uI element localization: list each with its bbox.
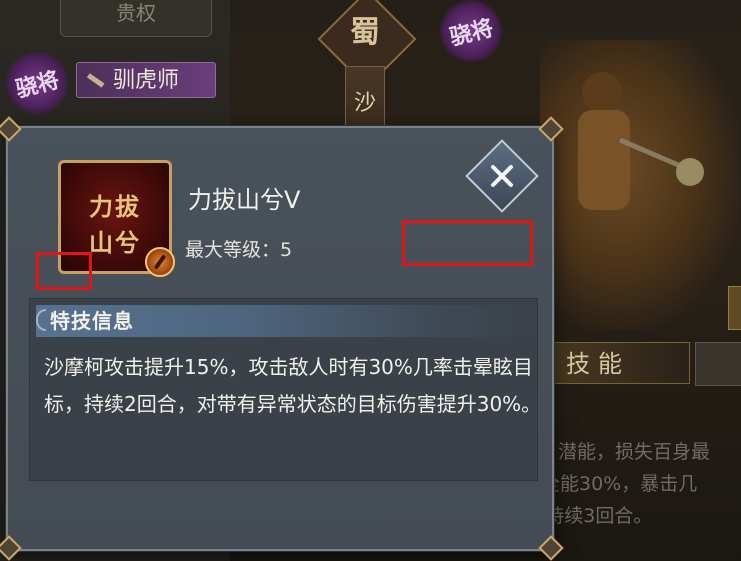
skill-badge-icon [145,247,175,277]
skill-icon-text: 力拔 [89,192,141,221]
section-header: 特技信息 [36,305,536,337]
skill-info-panel: 特技信息 沙摩柯攻击提升15%，攻击敌人时有30%几率击晕眩目标，持续2回合，对… [29,298,541,481]
hero-portrait [540,40,740,330]
title-tag-label: 驯虎师 [113,68,180,93]
hero-figure-icon [578,72,704,210]
skill-name: 力拔山兮Ⅴ [188,186,301,214]
skill-detail-popup: 力拔 山兮 力拔山兮Ⅴ 最大等级：5 特技信息 沙摩柯攻击提升15%，攻击敌人时… [0,116,564,561]
title-tag[interactable]: 驯虎师 [76,62,216,98]
tab-other[interactable] [695,342,741,386]
header-cap [36,309,46,331]
skill-description: 沙摩柯攻击提升15%，攻击敌人时有30%几率击晕眩目标，持续2回合，对带有异常状… [44,355,542,416]
max-level-text: 最大等级：5 [185,239,293,261]
tab-skills[interactable]: 技能 [545,342,690,384]
whip-icon [86,73,105,88]
skill-icon: 力拔 山兮 [58,160,175,277]
top-label: 贵权 [60,0,212,37]
close-icon[interactable] [476,150,528,202]
rank-seal-icon: 骁将 [433,0,509,69]
kingdom-label: 蜀 [350,15,380,50]
side-button[interactable] [728,286,741,330]
section-title: 特技信息 [50,309,134,333]
